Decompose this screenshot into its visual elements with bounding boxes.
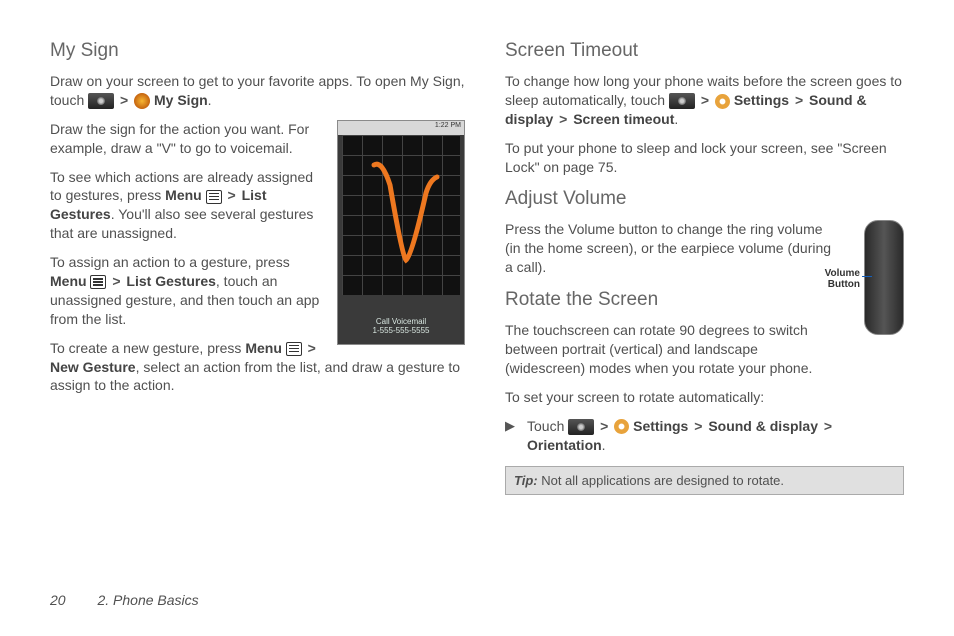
tip-box: Tip: Not all applications are designed t… xyxy=(505,466,904,495)
tip-text: Not all applications are designed to rot… xyxy=(538,473,784,488)
launcher-icon xyxy=(88,93,114,109)
separator-icon: > xyxy=(308,339,316,358)
mysign-icon xyxy=(134,93,150,109)
menu-icon xyxy=(286,342,302,356)
text-bold: List Gestures xyxy=(126,273,215,289)
text: To create a new gesture, press xyxy=(50,340,245,356)
rotate-p2: To set your screen to rotate automatical… xyxy=(505,388,904,407)
separator-icon: > xyxy=(120,91,128,110)
text: Touch xyxy=(527,418,568,434)
phone-screenshot: 1:22 PM Call Voicemail 1-555-555-5555 xyxy=(337,120,465,345)
caption-line1: Call Voicemail xyxy=(338,317,464,327)
settings-icon xyxy=(715,94,730,109)
text-bold: Orientation xyxy=(527,437,602,453)
bullet-icon: ▶ xyxy=(505,417,515,459)
heading-adjust-volume: Adjust Volume xyxy=(505,188,904,210)
text: . xyxy=(674,111,678,127)
text-bold: Menu xyxy=(165,187,202,203)
text: To assign an action to a gesture, press xyxy=(50,254,290,270)
tip-label: Tip: xyxy=(514,473,538,488)
heading-screen-timeout: Screen Timeout xyxy=(505,40,904,62)
separator-icon: > xyxy=(795,91,803,110)
text-bold: Settings xyxy=(734,92,789,108)
text-bold: Menu xyxy=(245,340,282,356)
separator-icon: > xyxy=(112,272,120,291)
mysign-p5: To create a new gesture, press Menu > Ne… xyxy=(50,339,465,396)
text-bold: Screen timeout xyxy=(573,111,674,127)
mysign-intro: Draw on your screen to get to your favor… xyxy=(50,72,465,110)
text: . xyxy=(208,92,212,108)
launcher-icon xyxy=(568,419,594,435)
volume-button-label: Volume Button xyxy=(810,268,860,290)
separator-icon: > xyxy=(701,91,709,110)
rotate-bullet: ▶ Touch > Settings > Sound & display > O… xyxy=(505,417,904,459)
rotate-bullet-text: Touch > Settings > Sound & display > Ori… xyxy=(527,417,904,455)
text-bold: My Sign xyxy=(154,92,208,108)
settings-icon xyxy=(614,419,629,434)
text: . xyxy=(602,437,606,453)
separator-icon: > xyxy=(559,110,567,129)
gesture-path-icon xyxy=(342,135,462,295)
clock-text: 1:22 PM xyxy=(435,122,461,129)
phone-side-icon xyxy=(864,220,904,335)
section-title: 2. Phone Basics xyxy=(97,592,198,608)
page-footer: 20 2. Phone Basics xyxy=(50,592,199,608)
timeout-p1: To change how long your phone waits befo… xyxy=(505,72,904,129)
separator-icon: > xyxy=(600,417,608,436)
phone-side-figure: Volume Button xyxy=(844,220,904,340)
text-bold: Menu xyxy=(50,273,87,289)
text-bold: New Gesture xyxy=(50,359,136,375)
menu-icon xyxy=(90,275,106,289)
text-bold: Settings xyxy=(633,418,688,434)
separator-icon: > xyxy=(228,186,236,205)
caption-line2: 1-555-555-5555 xyxy=(338,326,464,336)
launcher-icon xyxy=(669,93,695,109)
status-bar: 1:22 PM xyxy=(338,121,464,135)
separator-icon: > xyxy=(824,417,832,436)
gesture-caption: Call Voicemail 1-555-555-5555 xyxy=(338,317,464,336)
heading-my-sign: My Sign xyxy=(50,40,465,62)
separator-icon: > xyxy=(694,417,702,436)
menu-icon xyxy=(206,190,222,204)
timeout-p2: To put your phone to sleep and lock your… xyxy=(505,139,904,177)
text-bold: Sound & display xyxy=(708,418,818,434)
page-number: 20 xyxy=(50,592,66,608)
